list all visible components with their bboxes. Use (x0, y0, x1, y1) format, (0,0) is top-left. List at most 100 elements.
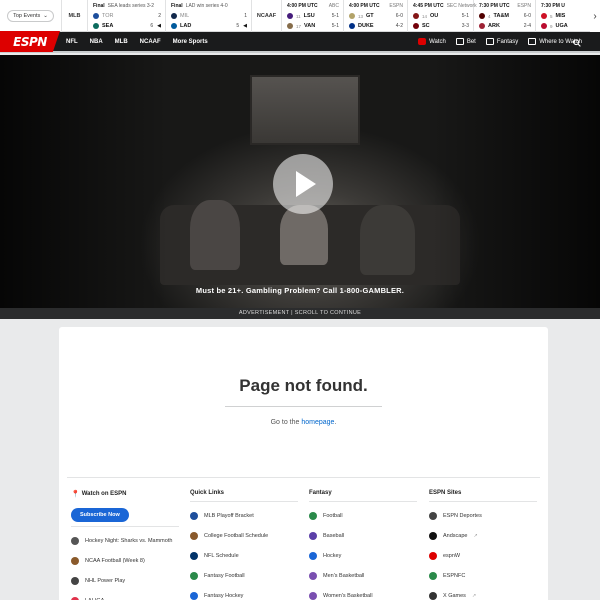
top-events-label: Top Events (13, 13, 41, 19)
team-score: 2 (158, 13, 161, 19)
footer-link[interactable]: MLB Playoff Bracket (190, 506, 298, 526)
footer-link-label: espnW (443, 553, 461, 559)
external-link-icon: ↗ (473, 533, 478, 539)
game-detail: LAD win series 4-0 (185, 3, 228, 9)
footer-link-label: NCAA Football (Week 8) (85, 558, 145, 564)
game-score-card[interactable]: Final SEA leads series 3-2 TOR 2 SEA 6 ◀ (88, 0, 166, 32)
game-header: 7:30 PM UTC ESPN (479, 3, 531, 9)
game-network: ABC (328, 3, 339, 9)
footer-link[interactable]: NFL Schedule (190, 546, 298, 566)
footer-link[interactable]: Men's Basketball (309, 566, 417, 586)
game-score-card[interactable]: 7:30 PM UTC ESPN 4 TA&M 6-0 ARK 2-4 (474, 0, 536, 32)
footer-link[interactable]: Football (309, 506, 417, 526)
team-row: MIL 1 (171, 11, 247, 21)
team-row: 14 OU 5-1 (413, 11, 469, 21)
team-abbr: LSU (303, 13, 315, 19)
team-score: 5 (236, 23, 240, 29)
team-abbr: MIL (180, 13, 190, 19)
homepage-link[interactable]: homepage (301, 419, 334, 426)
footer-link-label: Hockey Night: Sharks vs. Mammoth (85, 538, 173, 544)
game-network: ESPN (517, 3, 531, 9)
footer-link[interactable]: Baseball (309, 526, 417, 546)
game-header: 4:00 PM UTC ABC (287, 3, 339, 9)
team-row: SC 3-3 (413, 21, 469, 31)
tv-icon (528, 38, 537, 45)
nav-link-more-sports[interactable]: More Sports (173, 39, 208, 45)
gambling-disclaimer: Must be 21+. Gambling Problem? Call 1-80… (195, 286, 405, 295)
team-abbr: VAN (304, 23, 316, 29)
winner-caret-icon: ◀ (157, 23, 161, 29)
footer-link-icon (71, 577, 79, 585)
team-logo-icon (287, 23, 293, 29)
bet-link[interactable]: Bet (455, 38, 476, 45)
team-abbr: SEA (102, 23, 114, 29)
footer-link[interactable]: ESPN Deportes (429, 506, 537, 526)
video-ad[interactable]: Must be 21+. Gambling Problem? Call 1-80… (0, 55, 600, 308)
team-rank: 4 (488, 13, 491, 19)
footer-link-label: Football (323, 513, 343, 519)
search-icon[interactable] (573, 39, 581, 47)
footer-link[interactable]: ESPNFC (429, 566, 537, 586)
main-card: Page not found. Go to the homepage. 📍 Wat… (59, 327, 548, 600)
game-score-card[interactable]: 4:00 PM UTC ABC 11 LSU 5-1 17 VAN 5-1 (282, 0, 344, 32)
footer-link[interactable]: Fantasy Football (190, 566, 298, 586)
footer-link[interactable]: NHL Power Play (71, 571, 179, 591)
footer-link[interactable]: LALIGA (71, 591, 179, 600)
team-row: TOR 2 (93, 11, 161, 21)
footer-link[interactable]: NCAA Football (Week 8) (71, 551, 179, 571)
play-icon (296, 171, 316, 197)
advertisement-bar: ADVERTISEMENT | SCROLL TO CONTINUE (0, 308, 600, 319)
game-score-card[interactable]: 4:45 PM UTC SEC Network 14 OU 5-1 SC 3-3 (408, 0, 477, 32)
nav-link-mlb[interactable]: MLB (115, 39, 128, 45)
game-status: 7:30 PM UTC (479, 3, 510, 9)
team-rank: 9 (550, 23, 553, 29)
game-network: ESPN (389, 3, 403, 9)
league-label-mlb: MLB (62, 0, 88, 32)
divider (71, 526, 179, 527)
footer-link[interactable]: Fantasy Hockey (190, 586, 298, 600)
nav-links: NFL NBA MLB NCAAF More Sports (66, 39, 208, 45)
footer-link-icon (309, 572, 317, 580)
game-score-card[interactable]: 4:00 PM UTC ESPN 13 GT 6-0 DUKE 4-2 (344, 0, 408, 32)
play-button[interactable] (273, 154, 333, 214)
quick-links-heading: Quick Links (190, 490, 225, 496)
team-logo-icon (171, 13, 177, 19)
espn-logo[interactable]: ESPN (0, 31, 60, 52)
team-abbr: GT (366, 13, 374, 19)
team-score: 6 (150, 23, 154, 29)
nav-link-nfl[interactable]: NFL (66, 39, 78, 45)
period-text: . (334, 419, 337, 426)
footer-link-label: ESPN Deportes (443, 513, 482, 519)
watch-label: Watch (429, 38, 446, 45)
team-row: ARK 2-4 (479, 21, 531, 31)
footer-link-label: Women's Basketball (323, 593, 373, 599)
team-score: 5-1 (331, 13, 339, 19)
watch-link[interactable]: Watch (418, 38, 446, 45)
top-events-dropdown[interactable]: Top Events ⌄ (7, 10, 54, 22)
footer-link[interactable]: Hockey Night: Sharks vs. Mammoth (71, 531, 179, 551)
footer-link[interactable]: espnW (429, 546, 537, 566)
game-score-card[interactable]: Final LAD win series 4-0 MIL 1 LAD 5 ◀ (166, 0, 252, 32)
footer-link[interactable]: Women's Basketball (309, 586, 417, 600)
team-abbr: DUKE (358, 23, 374, 29)
team-score: 4-2 (395, 23, 403, 29)
nav-link-nba[interactable]: NBA (90, 39, 103, 45)
subscribe-now-button[interactable]: Subscribe Now (71, 508, 129, 522)
footer-link[interactable]: Andscape ↗ (429, 526, 537, 546)
footer-link-label: Fantasy Football (204, 573, 245, 579)
footer-link-icon (429, 512, 437, 520)
team-abbr: TOR (102, 13, 114, 19)
footer-link[interactable]: College Football Schedule (190, 526, 298, 546)
footer-link[interactable]: X Games ↗ (429, 586, 537, 600)
footer-link[interactable]: Hockey (309, 546, 417, 566)
nav-link-ncaaf[interactable]: NCAAF (140, 39, 161, 45)
team-logo-icon (349, 13, 355, 19)
game-score-card[interactable]: 7:30 PM U 5 MIS 9 UGA (536, 0, 596, 32)
team-score: 5-1 (331, 23, 339, 29)
fantasy-link[interactable]: Fantasy (485, 38, 518, 45)
team-logo-icon (413, 23, 419, 29)
chevron-right-icon: › (593, 10, 597, 22)
team-logo-icon (479, 23, 485, 29)
scores-next-button[interactable]: › (590, 0, 600, 32)
game-network: SEC Network (446, 3, 477, 9)
